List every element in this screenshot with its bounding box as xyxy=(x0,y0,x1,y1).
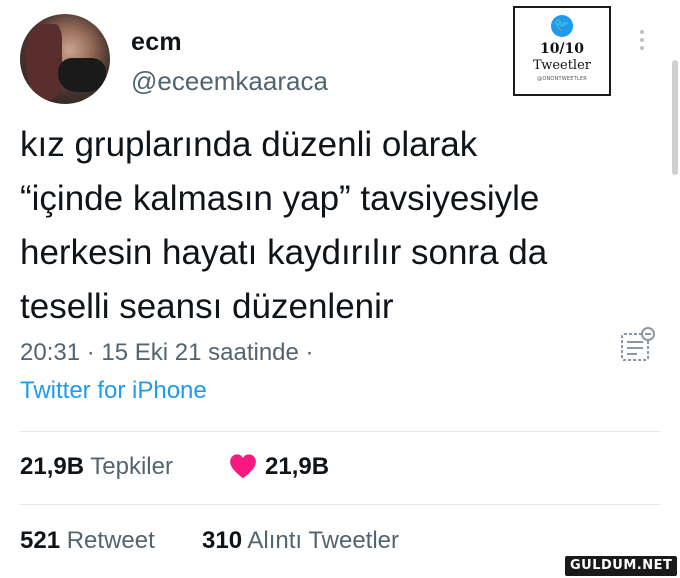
scrollbar[interactable] xyxy=(672,60,678,175)
heart-icon xyxy=(230,454,256,479)
rating-badge: 🐦 10/10 Tweetler @ONONTWEETLER xyxy=(513,6,611,96)
retweets-label: Retweet xyxy=(66,527,155,554)
tweet-line: kız gruplarında düzenli olarak xyxy=(20,125,478,164)
divider xyxy=(20,504,660,505)
quote-tweets-stat[interactable]: 310 Alıntı Tweetler xyxy=(202,527,399,555)
tweet-text: kız gruplarında düzenli olarak “içinde k… xyxy=(20,118,660,334)
view-analytics-icon[interactable] xyxy=(619,326,657,362)
author-handle[interactable]: @eceemkaaraca xyxy=(131,66,328,97)
divider xyxy=(20,431,660,432)
retweets-stat[interactable]: 521 Retweet xyxy=(20,527,155,555)
quote-tweets-label: Alıntı Tweetler xyxy=(247,527,400,554)
tweet-source-link[interactable]: Twitter for iPhone xyxy=(20,377,207,405)
site-watermark: GULDUM.NET xyxy=(565,556,678,576)
badge-score: 10/10 xyxy=(539,41,585,57)
author-name[interactable]: ecm xyxy=(131,28,182,57)
likes-stat[interactable]: 21,9B xyxy=(265,453,329,481)
likes-count: 21,9B xyxy=(265,453,330,480)
badge-credit: @ONONTWEETLER xyxy=(537,76,587,82)
badge-label: Tweetler xyxy=(532,58,591,73)
tweet-line: herkesin hayatı kaydırılır sonra da xyxy=(20,233,548,272)
avatar[interactable] xyxy=(20,14,110,104)
reactions-stat[interactable]: 21,9B Tepkiler xyxy=(20,453,173,481)
reactions-label: Tepkiler xyxy=(90,453,173,480)
avatar-hair xyxy=(26,24,62,100)
retweets-count: 521 xyxy=(20,527,61,554)
more-options-icon[interactable] xyxy=(640,30,646,54)
tweet-timestamp[interactable]: 20:31 · 15 Eki 21 saatinde · xyxy=(20,339,314,367)
avatar-mask xyxy=(58,58,106,92)
reactions-count: 21,9B xyxy=(20,453,85,480)
tweet-line: “içinde kalmasın yap” tavsiyesiyle xyxy=(20,179,540,218)
quote-tweets-count: 310 xyxy=(202,527,243,554)
tweet-line: teselli seansı düzenlenir xyxy=(20,287,394,326)
twitter-bird-icon: 🐦 xyxy=(551,15,573,37)
